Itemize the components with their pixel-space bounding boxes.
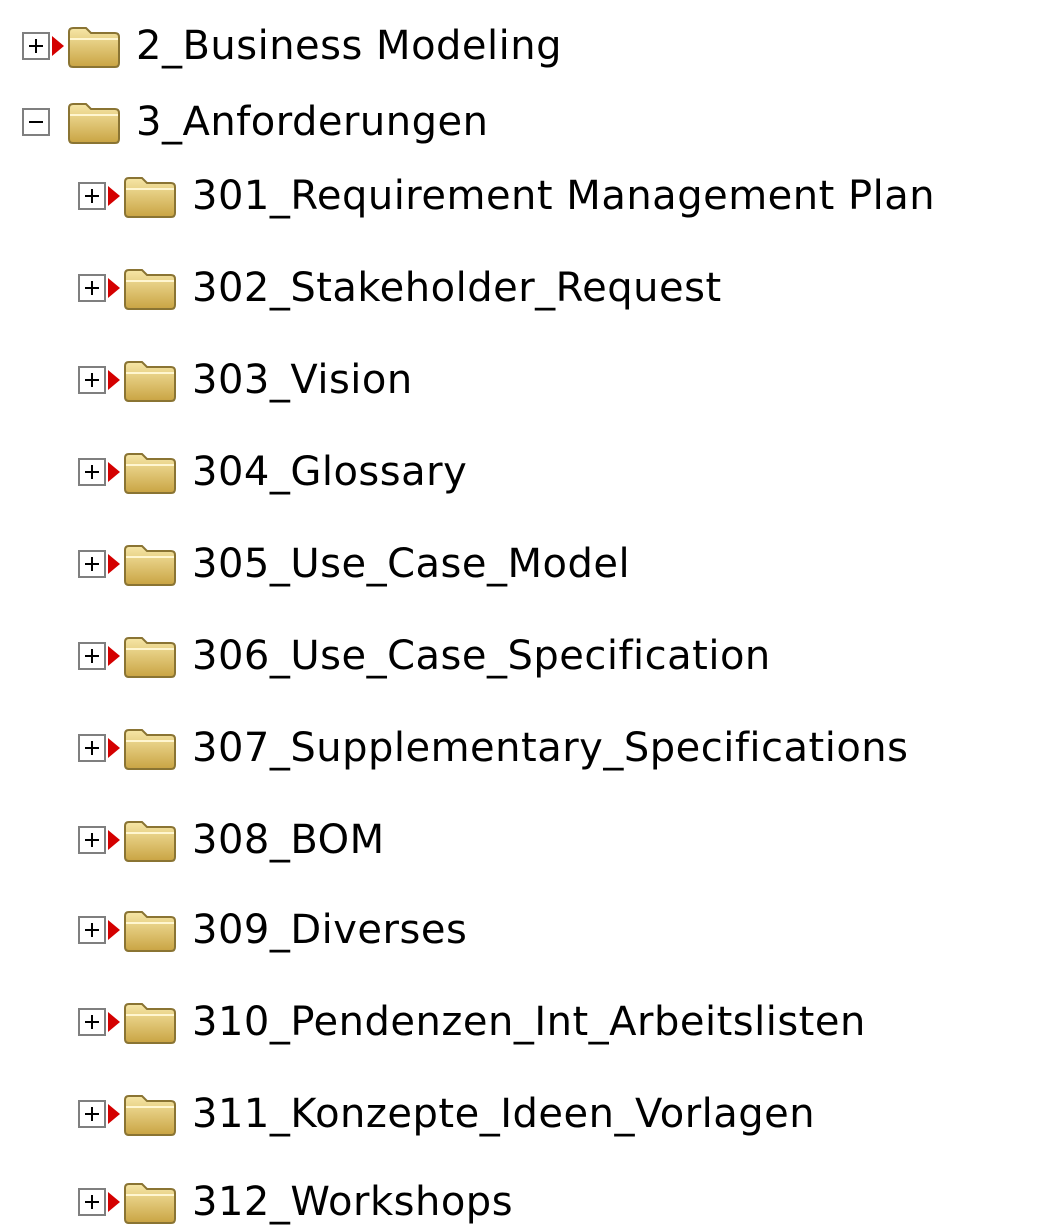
expand-icon[interactable] (78, 1100, 106, 1128)
red-triangle-icon (108, 1104, 120, 1124)
folder-icon (124, 637, 176, 678)
folder-icon (124, 269, 176, 310)
tree-node-312[interactable]: 312_Workshops (78, 1172, 513, 1232)
expand-icon[interactable] (78, 642, 106, 670)
tree-node-label: 309_Diverses (192, 907, 468, 953)
folder-icon (124, 729, 176, 770)
tree-node-label: 307_Supplementary_Specifications (192, 725, 909, 771)
tree-node-label: 312_Workshops (192, 1179, 514, 1225)
tree-node-label: 308_BOM (192, 817, 385, 863)
red-triangle-icon (108, 1192, 120, 1212)
folder-icon (68, 103, 120, 144)
folder-icon (124, 1183, 176, 1224)
tree-node-label: 304_Glossary (192, 449, 468, 495)
folder-icon (124, 361, 176, 402)
tree-node-label: 310_Pendenzen_Int_Arbeitslisten (192, 999, 866, 1045)
red-triangle-icon (108, 1012, 120, 1032)
tree-node-label: 3_Anforderungen (136, 99, 489, 145)
expand-icon[interactable] (78, 734, 106, 762)
tree-node-310[interactable]: 310_Pendenzen_Int_Arbeitslisten (78, 992, 866, 1052)
red-triangle-icon (108, 920, 120, 940)
tree-node-303[interactable]: 303_Vision (78, 350, 413, 410)
expand-icon[interactable] (78, 550, 106, 578)
tree-node-301[interactable]: 301_Requirement Management Plan (78, 166, 935, 226)
marker-spacer (52, 112, 64, 132)
red-triangle-icon (108, 278, 120, 298)
tree-node-307[interactable]: 307_Supplementary_Specifications (78, 718, 909, 778)
expand-icon[interactable] (78, 366, 106, 394)
expand-icon[interactable] (78, 274, 106, 302)
expand-icon[interactable] (22, 32, 50, 60)
tree-node-label: 305_Use_Case_Model (192, 541, 631, 587)
tree-node-label: 311_Konzepte_Ideen_Vorlagen (192, 1091, 816, 1137)
tree-node-306[interactable]: 306_Use_Case_Specification (78, 626, 771, 686)
package-tree: 2_Business Modeling 3_Anforderungen 301_… (0, 0, 1047, 1230)
tree-node-302[interactable]: 302_Stakeholder_Request (78, 258, 722, 318)
red-triangle-icon (108, 186, 120, 206)
folder-icon (124, 545, 176, 586)
red-triangle-icon (108, 370, 120, 390)
tree-node-label: 302_Stakeholder_Request (192, 265, 722, 311)
tree-node-309[interactable]: 309_Diverses (78, 900, 467, 960)
tree-node-304[interactable]: 304_Glossary (78, 442, 467, 502)
tree-node-305[interactable]: 305_Use_Case_Model (78, 534, 630, 594)
red-triangle-icon (108, 554, 120, 574)
folder-icon (124, 177, 176, 218)
expand-icon[interactable] (78, 1188, 106, 1216)
red-triangle-icon (52, 36, 64, 56)
folder-icon (124, 821, 176, 862)
tree-node-3-anforderungen[interactable]: 3_Anforderungen (22, 92, 488, 152)
folder-icon (68, 27, 120, 68)
collapse-icon[interactable] (22, 108, 50, 136)
tree-node-label: 301_Requirement Management Plan (192, 173, 936, 219)
tree-node-308[interactable]: 308_BOM (78, 810, 385, 870)
folder-icon (124, 453, 176, 494)
folder-icon (124, 1095, 176, 1136)
tree-node-2-business-modeling[interactable]: 2_Business Modeling (22, 16, 562, 76)
folder-icon (124, 1003, 176, 1044)
expand-icon[interactable] (78, 916, 106, 944)
tree-node-label: 306_Use_Case_Specification (192, 633, 771, 679)
expand-icon[interactable] (78, 458, 106, 486)
red-triangle-icon (108, 646, 120, 666)
red-triangle-icon (108, 830, 120, 850)
tree-node-311[interactable]: 311_Konzepte_Ideen_Vorlagen (78, 1084, 815, 1144)
red-triangle-icon (108, 738, 120, 758)
folder-icon (124, 911, 176, 952)
tree-node-label: 303_Vision (192, 357, 413, 403)
expand-icon[interactable] (78, 1008, 106, 1036)
tree-node-label: 2_Business Modeling (136, 23, 563, 69)
expand-icon[interactable] (78, 182, 106, 210)
red-triangle-icon (108, 462, 120, 482)
expand-icon[interactable] (78, 826, 106, 854)
